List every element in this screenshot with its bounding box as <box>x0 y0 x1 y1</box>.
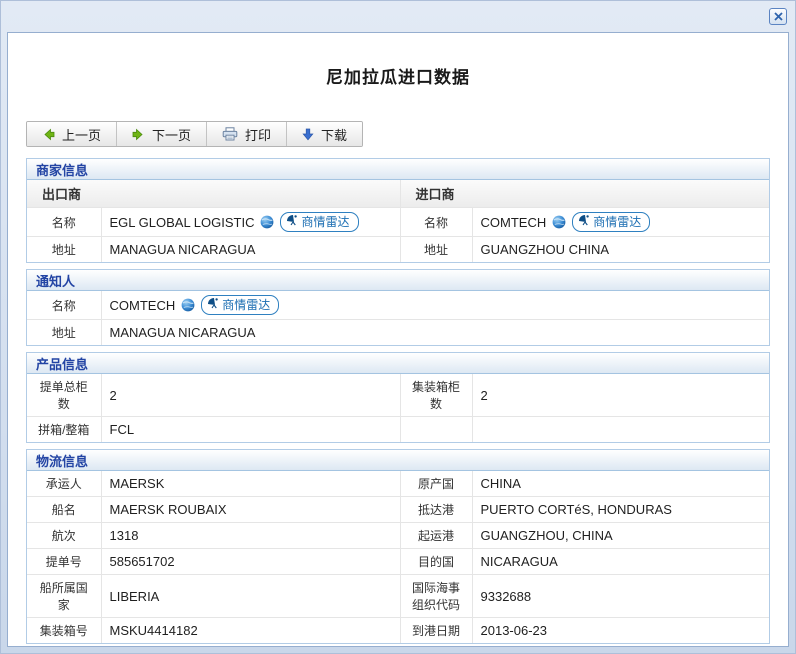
field-label <box>400 417 472 443</box>
field-value: MAERSK <box>101 471 400 497</box>
section-notify-party: 通知人 名称 COMTECH <box>26 269 770 346</box>
page-title: 尼加拉瓜进口数据 <box>8 63 788 88</box>
exporter-name-value: EGL GLOBAL LOGISTIC <box>110 215 255 230</box>
arrow-down-icon <box>302 128 314 141</box>
field-label: 船所属国家 <box>27 575 101 618</box>
business-radar-label: 商情雷达 <box>593 213 641 230</box>
field-label: 航次 <box>27 523 101 549</box>
download-button[interactable]: 下载 <box>287 122 362 146</box>
notify-table: 名称 COMTECH 商情雷达 <box>27 291 769 345</box>
dialog-titlebar <box>1 1 795 32</box>
dialog-content: 尼加拉瓜进口数据 上一页 下一页 <box>7 32 789 647</box>
next-page-button[interactable]: 下一页 <box>117 122 207 146</box>
download-label: 下载 <box>321 125 347 144</box>
field-value: GUANGZHOU, CHINA <box>472 523 769 549</box>
field-value: MAERSK ROUBAIX <box>101 497 400 523</box>
field-value: 1318 <box>101 523 400 549</box>
business-radar-link[interactable]: 商情雷达 <box>280 212 358 232</box>
close-icon <box>774 9 783 24</box>
toolbar: 上一页 下一页 打印 <box>26 121 363 147</box>
notify-name-label: 名称 <box>27 291 101 320</box>
print-label: 打印 <box>245 125 271 144</box>
field-label: 原产国 <box>400 471 472 497</box>
business-radar-link[interactable]: 商情雷达 <box>201 295 279 315</box>
field-label: 到港日期 <box>400 618 472 644</box>
globe-icon[interactable] <box>260 215 274 229</box>
field-value: 9332688 <box>472 575 769 618</box>
field-label: 抵达港 <box>400 497 472 523</box>
globe-icon[interactable] <box>181 298 195 312</box>
importer-name-cell: COMTECH 商情雷达 <box>472 208 769 237</box>
field-value: LIBERIA <box>101 575 400 618</box>
notify-name-value: COMTECH <box>110 298 176 313</box>
field-value: MSKU4414182 <box>101 618 400 644</box>
exporter-address-value: MANAGUA NICARAGUA <box>101 237 400 263</box>
notify-address-label: 地址 <box>27 320 101 346</box>
notify-section-title: 通知人 <box>27 270 769 291</box>
printer-icon <box>222 127 238 141</box>
field-value: NICARAGUA <box>472 549 769 575</box>
importer-name-label: 名称 <box>400 208 472 237</box>
next-page-label: 下一页 <box>152 125 191 144</box>
field-label: 承运人 <box>27 471 101 497</box>
radar-icon <box>207 297 219 312</box>
field-value: 2013-06-23 <box>472 618 769 644</box>
business-radar-link[interactable]: 商情雷达 <box>572 212 650 232</box>
logistics-section-title: 物流信息 <box>27 450 769 471</box>
field-value <box>472 417 769 443</box>
field-label: 提单总柜数 <box>27 374 101 417</box>
section-product-info: 产品信息 提单总柜数 2 集装箱柜数 2 拼箱/整箱 FCL <box>26 352 770 443</box>
business-radar-label: 商情雷达 <box>222 296 270 313</box>
exporter-name-label: 名称 <box>27 208 101 237</box>
exporter-header: 出口商 <box>27 180 400 208</box>
importer-address-label: 地址 <box>400 237 472 263</box>
field-label: 提单号 <box>27 549 101 575</box>
field-label: 目的国 <box>400 549 472 575</box>
product-table: 提单总柜数 2 集装箱柜数 2 拼箱/整箱 FCL <box>27 374 769 442</box>
exporter-name-cell: EGL GLOBAL LOGISTIC 商情雷达 <box>101 208 400 237</box>
radar-icon <box>286 214 298 229</box>
section-merchant-info: 商家信息 出口商 进口商 名称 EGL GLOBAL LOGISTIC <box>26 158 770 263</box>
print-button[interactable]: 打印 <box>207 122 287 146</box>
merchant-table: 出口商 进口商 名称 EGL GLOBAL LOGISTIC <box>27 180 769 262</box>
field-value: 585651702 <box>101 549 400 575</box>
radar-icon <box>578 214 590 229</box>
business-radar-label: 商情雷达 <box>301 213 349 230</box>
importer-name-value: COMTECH <box>481 215 547 230</box>
notify-address-value: MANAGUA NICARAGUA <box>101 320 769 346</box>
field-value: 2 <box>101 374 400 417</box>
prev-page-label: 上一页 <box>62 125 101 144</box>
importer-header: 进口商 <box>400 180 769 208</box>
close-button[interactable] <box>769 8 787 25</box>
section-logistics-info: 物流信息 承运人 MAERSK 原产国 CHINA 船名 MAERSK ROUB… <box>26 449 770 644</box>
field-value: FCL <box>101 417 400 443</box>
field-value: PUERTO CORTéS, HONDURAS <box>472 497 769 523</box>
importer-address-value: GUANGZHOU CHINA <box>472 237 769 263</box>
merchant-section-title: 商家信息 <box>27 159 769 180</box>
globe-icon[interactable] <box>552 215 566 229</box>
field-label: 船名 <box>27 497 101 523</box>
dialog-window: 尼加拉瓜进口数据 上一页 下一页 <box>0 0 796 654</box>
field-value: CHINA <box>472 471 769 497</box>
product-section-title: 产品信息 <box>27 353 769 374</box>
field-label: 集装箱号 <box>27 618 101 644</box>
field-label: 拼箱/整箱 <box>27 417 101 443</box>
field-value: 2 <box>472 374 769 417</box>
field-label: 集装箱柜数 <box>400 374 472 417</box>
exporter-address-label: 地址 <box>27 237 101 263</box>
field-label: 国际海事组织代码 <box>400 575 472 618</box>
arrow-left-icon <box>42 128 55 141</box>
field-label: 起运港 <box>400 523 472 549</box>
prev-page-button[interactable]: 上一页 <box>27 122 117 146</box>
logistics-table: 承运人 MAERSK 原产国 CHINA 船名 MAERSK ROUBAIX 抵… <box>27 471 769 643</box>
arrow-right-icon <box>132 128 145 141</box>
notify-name-cell: COMTECH 商情雷达 <box>101 291 769 320</box>
